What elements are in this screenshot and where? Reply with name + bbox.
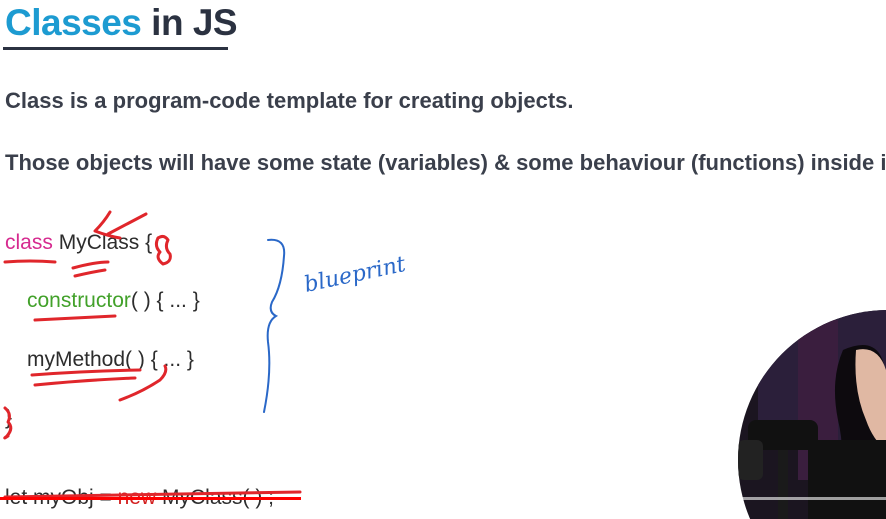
presenter-image bbox=[738, 310, 886, 519]
constructor-body: ( ) { ... } bbox=[130, 289, 200, 312]
underline-class-keyword bbox=[3, 259, 57, 264]
underline-method-2 bbox=[33, 376, 137, 387]
video-progress-fill[interactable] bbox=[0, 497, 302, 500]
blueprint-bracket bbox=[263, 238, 286, 413]
slide-title: Classes in JS bbox=[5, 2, 238, 44]
title-keyword: Classes bbox=[5, 2, 142, 43]
underline-class-name-1 bbox=[71, 260, 110, 270]
method-line: myMethod( ) { ... } bbox=[27, 348, 194, 372]
close-brace: } bbox=[5, 406, 13, 429]
constructor-line: constructor( ) { ... } bbox=[27, 289, 200, 313]
title-underline bbox=[3, 47, 228, 50]
title-suffix: in JS bbox=[151, 2, 238, 43]
constructor-name: constructor bbox=[27, 289, 131, 312]
definition-line: Class is a program-code template for cre… bbox=[5, 88, 574, 113]
presenter-webcam bbox=[738, 310, 886, 519]
description-line: Those objects will have some state (vari… bbox=[5, 150, 886, 175]
open-brace: { bbox=[145, 231, 153, 254]
class-keyword: class bbox=[5, 231, 53, 254]
class-name: MyClass bbox=[58, 231, 140, 254]
method-body: ( ) { ... } bbox=[125, 348, 194, 371]
circle-open-brace bbox=[154, 234, 172, 266]
class-declaration: class MyClass { bbox=[5, 231, 152, 255]
blueprint-note: blueprint bbox=[302, 252, 408, 298]
underline-class-name-2 bbox=[73, 268, 107, 278]
underline-constructor bbox=[33, 314, 117, 322]
method-name: myMethod bbox=[27, 348, 126, 371]
